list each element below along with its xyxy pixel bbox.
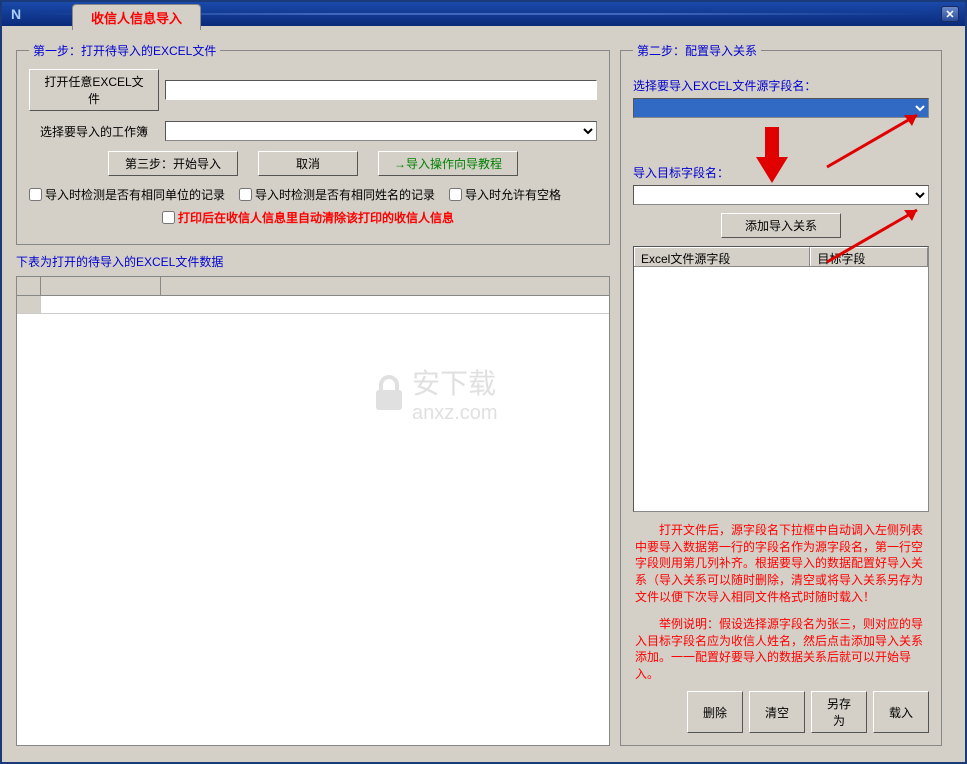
mapping-body bbox=[634, 267, 928, 511]
source-field-label: 选择要导入EXCEL文件源字段名： bbox=[633, 77, 929, 94]
left-table-caption: 下表为打开的待导入的EXCEL文件数据 bbox=[16, 253, 610, 270]
window-title: 收信人信息导入 bbox=[72, 4, 201, 30]
source-field-select[interactable] bbox=[633, 98, 929, 118]
main-content: 第一步：打开待导入的EXCEL文件 打开任意EXCEL文件 选择要导入的工作簿 … bbox=[2, 26, 965, 762]
check-name-label: 导入时检测是否有相同姓名的记录 bbox=[255, 186, 435, 203]
window-frame: N 收信人信息导入 ✕ 第一步：打开待导入的EXCEL文件 打开任意EXCEL文… bbox=[0, 0, 967, 764]
target-field-select[interactable] bbox=[633, 185, 929, 205]
add-mapping-button[interactable]: 添加导入关系 bbox=[721, 213, 841, 238]
mapping-table[interactable]: Excel文件源字段 目标字段 bbox=[633, 246, 929, 512]
help-text-2: 举例说明：假设选择源字段名为张三，则对应的导入目标字段名应为收信人姓名，然后点击… bbox=[633, 616, 929, 683]
cancel-button[interactable]: 取消 bbox=[258, 151, 358, 176]
col-source: Excel文件源字段 bbox=[634, 247, 810, 266]
check-clear[interactable] bbox=[162, 211, 175, 224]
check-name-wrap[interactable]: 导入时检测是否有相同姓名的记录 bbox=[239, 186, 435, 203]
help-text-1: 打开文件后，源字段名下拉框中自动调入左侧列表中要导入数据第一行的字段名作为源字段… bbox=[633, 522, 929, 606]
open-excel-button[interactable]: 打开任意EXCEL文件 bbox=[29, 69, 159, 111]
delete-button[interactable]: 删除 bbox=[687, 691, 743, 733]
wizard-button[interactable]: →导入操作向导教程 bbox=[378, 151, 518, 176]
check-clear-label: 打印后在收信人信息里自动清除该打印的收信人信息 bbox=[178, 209, 454, 226]
titlebar: N 收信人信息导入 ✕ bbox=[2, 2, 965, 26]
mapping-header: Excel文件源字段 目标字段 bbox=[634, 247, 928, 267]
clear-button[interactable]: 清空 bbox=[749, 691, 805, 733]
check-blank[interactable] bbox=[449, 188, 462, 201]
close-icon: ✕ bbox=[945, 8, 954, 21]
right-column: 第二步：配置导入关系 选择要导入EXCEL文件源字段名： 导入目标字段名： 添加… bbox=[620, 42, 942, 746]
left-column: 第一步：打开待导入的EXCEL文件 打开任意EXCEL文件 选择要导入的工作簿 … bbox=[16, 42, 610, 746]
sheet-label: 选择要导入的工作簿 bbox=[29, 123, 159, 140]
grid-header bbox=[17, 277, 609, 296]
check-blank-label: 导入时允许有空格 bbox=[465, 186, 561, 203]
close-button[interactable]: ✕ bbox=[941, 6, 959, 22]
check-unit-wrap[interactable]: 导入时检测是否有相同单位的记录 bbox=[29, 186, 225, 203]
excel-data-grid[interactable] bbox=[16, 276, 610, 746]
step2-fieldset: 第二步：配置导入关系 选择要导入EXCEL文件源字段名： 导入目标字段名： 添加… bbox=[620, 42, 942, 746]
saveas-button[interactable]: 另存为 bbox=[811, 691, 867, 733]
check-name[interactable] bbox=[239, 188, 252, 201]
step1-fieldset: 第一步：打开待导入的EXCEL文件 打开任意EXCEL文件 选择要导入的工作簿 … bbox=[16, 42, 610, 245]
load-button[interactable]: 载入 bbox=[873, 691, 929, 733]
app-logo-icon: N bbox=[6, 6, 26, 22]
check-unit-label: 导入时检测是否有相同单位的记录 bbox=[45, 186, 225, 203]
excel-path-input[interactable] bbox=[165, 80, 597, 100]
target-field-label: 导入目标字段名： bbox=[633, 164, 929, 181]
sheet-select[interactable] bbox=[165, 121, 597, 141]
check-unit[interactable] bbox=[29, 188, 42, 201]
col-target: 目标字段 bbox=[810, 247, 928, 266]
grid-row bbox=[17, 296, 609, 314]
step2-legend: 第二步：配置导入关系 bbox=[633, 42, 761, 59]
start-import-button[interactable]: 第三步：开始导入 bbox=[108, 151, 238, 176]
step1-legend: 第一步：打开待导入的EXCEL文件 bbox=[29, 42, 220, 59]
check-clear-wrap[interactable]: 打印后在收信人信息里自动清除该打印的收信人信息 bbox=[162, 209, 454, 226]
check-blank-wrap[interactable]: 导入时允许有空格 bbox=[449, 186, 561, 203]
